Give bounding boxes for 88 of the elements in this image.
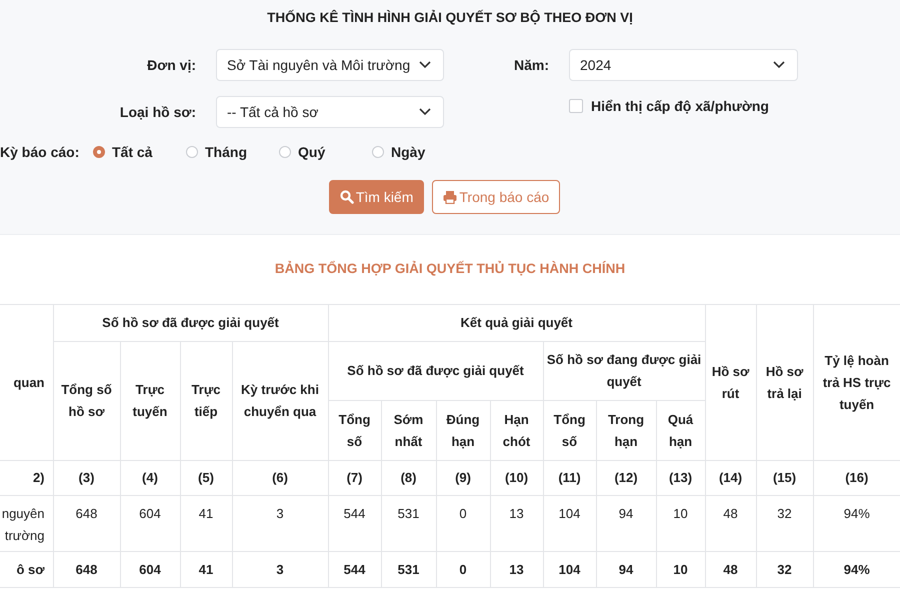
chevron-icon (419, 108, 431, 116)
column-header: Tổng số hồ sơ (61, 382, 112, 419)
column-index: 2) (32, 470, 44, 485)
column-header: Hồ sơ trả lại (766, 364, 804, 400)
table-cell: 604 (139, 506, 161, 521)
table-cell: 13 (509, 562, 524, 576)
checkbox-label: Hiển thị cấp độ xã/phường (591, 98, 769, 114)
column-index: (16) (845, 470, 868, 485)
table-cell: 104 (558, 506, 580, 521)
column-header: Tổng số (338, 412, 370, 448)
table-title: BẢNG TỔNG HỢP GIẢI QUYẾT THỦ TỤC HÀNH CHÍNH (274, 261, 626, 278)
column-index: (9) (455, 470, 471, 485)
column-header: quan (13, 374, 44, 390)
column-header: Tỷ lệ hoàn trả HS trực tuyến (822, 352, 891, 412)
table-cell: 13 (509, 506, 524, 521)
radio-button[interactable] (372, 146, 384, 158)
radio-button[interactable] (279, 146, 291, 158)
column-header: Số hồ sơ đã được giải quyết (102, 315, 279, 330)
unit-select[interactable]: Sở Tài nguyên và Môi trường (216, 49, 444, 81)
table-cell: ô sơ (16, 562, 44, 576)
column-header: Hồ sơ rút (712, 364, 750, 400)
column-index: (5) (198, 470, 214, 485)
radio-label: Tháng (205, 144, 247, 160)
column-header: Trực tuyến (132, 382, 168, 419)
table-cell: 10 (673, 506, 688, 521)
column-header: Tổng số (554, 412, 586, 448)
table-cell: 531 (398, 562, 420, 576)
table-cell: 3 (276, 562, 284, 576)
report-period-label: Kỳ báo cáo: (0, 144, 80, 160)
column-index: (15) (772, 470, 796, 485)
column-index: (8) (400, 470, 416, 485)
table-cell: 41 (198, 506, 214, 521)
chevron-icon (419, 61, 431, 69)
table-cell: 604 (139, 562, 161, 576)
table-cell: 544 (344, 562, 366, 576)
table-cell: 94 (618, 562, 634, 576)
table-cell: 32 (777, 562, 792, 576)
column-header: Quá hạn (668, 412, 694, 448)
column-header: Hạn chót (502, 412, 530, 448)
column-header: Số hồ sơ đã được giải quyết (347, 363, 524, 378)
year-label: Năm: (512, 57, 549, 73)
table-cell: 94% (844, 562, 870, 576)
column-header: Trực tiếp (192, 382, 220, 419)
printer-icon (443, 190, 458, 204)
record-type-select[interactable]: -- Tất cả hồ sơ (216, 96, 444, 128)
column-index: (10) (504, 470, 528, 485)
column-index: (4) (142, 470, 158, 485)
radio-label: Quý (298, 144, 326, 160)
table-cell: 94% (844, 506, 870, 521)
table-cell: nguyên trường (2, 506, 44, 543)
column-index: (12) (614, 470, 638, 485)
table-cell: 48 (723, 506, 738, 521)
table-cell: 10 (673, 562, 688, 576)
year-select[interactable]: 2024 (569, 49, 798, 81)
table-cell: 531 (398, 506, 420, 521)
table-cell: 94 (618, 506, 634, 521)
table-cell: 648 (76, 562, 98, 576)
radio-label: Ngày (391, 144, 426, 160)
table-cell: 3 (276, 506, 284, 521)
radio-button[interactable] (93, 146, 105, 158)
radio-label: Tất cả (112, 144, 152, 160)
column-index: (14) (718, 470, 742, 485)
search-icon (340, 190, 354, 204)
table-cell: 544 (344, 506, 366, 521)
column-index: (3) (78, 470, 94, 485)
table-cell: 48 (723, 562, 738, 576)
page-title: THỐNG KÊ TÌNH HÌNH GIẢI QUYẾT SƠ BỘ THEO ĐƠN VỊ (266, 8, 634, 27)
table-cell: 0 (459, 506, 467, 521)
column-header: Trong hạn (608, 412, 644, 448)
table-cell: 648 (76, 506, 98, 521)
table-cell: 32 (777, 506, 792, 521)
column-index: (7) (346, 470, 362, 485)
column-header: Kỳ trước khi chuyển qua (241, 382, 319, 419)
record-type-label: Loại hồ sơ: (118, 104, 196, 120)
column-index: (6) (272, 470, 288, 485)
table-cell: 104 (558, 562, 580, 576)
chevron-icon (773, 61, 785, 69)
column-index: (13) (668, 470, 692, 485)
column-header: Số hồ sơ đang được giải quyết (546, 352, 702, 389)
checkbox[interactable] (569, 99, 583, 113)
radio-button[interactable] (186, 146, 198, 158)
table-cell: 41 (198, 562, 214, 576)
column-header: Đúng hạn (446, 412, 480, 448)
column-index: (11) (558, 470, 581, 485)
table-cell: 0 (459, 562, 467, 576)
unit-label: Đơn vị: (146, 57, 196, 73)
column-header: Sớm nhất (394, 412, 424, 448)
column-header: Kết quả giải quyết (460, 315, 572, 330)
